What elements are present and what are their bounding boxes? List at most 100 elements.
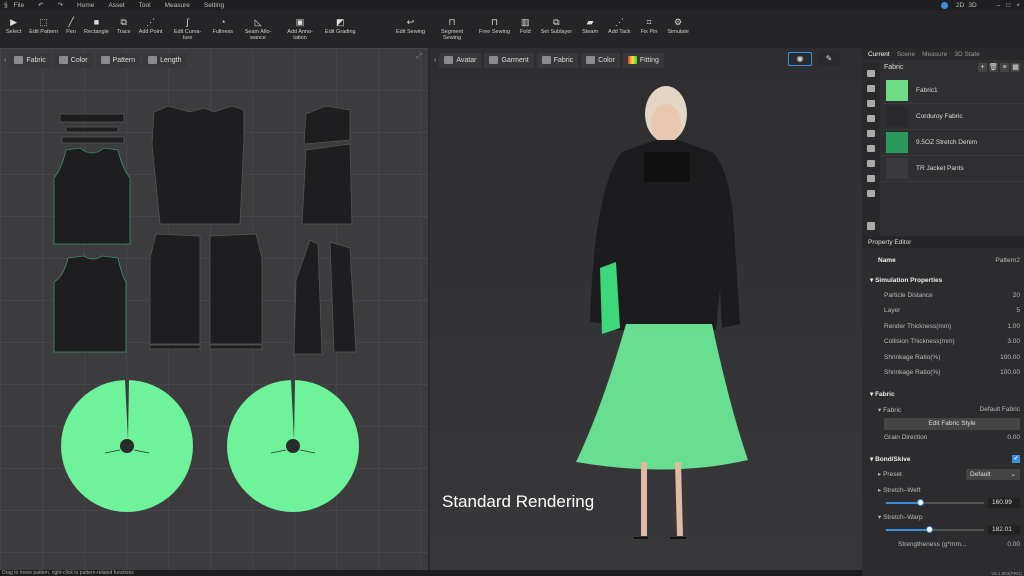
tool-fold[interactable]: ▥ Fold xyxy=(520,10,531,41)
value[interactable]: 5 xyxy=(1016,307,1020,314)
strength-value[interactable]: 0.00 xyxy=(1007,541,1020,548)
fabric-list-item[interactable]: Fabric1 xyxy=(882,78,1024,104)
tool-edit-pattern[interactable]: ⬚ Edit Pattern xyxy=(29,10,58,41)
bond-checkbox[interactable]: ✓ xyxy=(1012,454,1020,463)
stretch-warp-slider[interactable] xyxy=(886,525,984,535)
object-browser-tabs: Current Scene Measure 3D State xyxy=(862,48,1024,60)
bond-skive-header[interactable]: ▾ Bond/Skive ✓ xyxy=(862,451,1024,467)
chevron-down-icon: ⌄ xyxy=(1010,470,1016,478)
property-editor-title: Property Editor xyxy=(862,236,1024,248)
pattern-2d-window[interactable]: ‹ Fabric Color Pattern Length ⤢ xyxy=(0,48,428,570)
stretch-weft-input[interactable]: 160.99 xyxy=(988,497,1020,508)
menu-file[interactable]: File xyxy=(14,2,24,9)
view-2d-button[interactable]: 2D xyxy=(956,2,964,9)
fabric-list-item[interactable]: Corduroy Fabric xyxy=(882,104,1024,130)
stretch-warp-input[interactable]: 182.01 xyxy=(988,525,1020,535)
button-icon[interactable] xyxy=(867,85,875,92)
pattern-piece xyxy=(209,344,263,350)
tool-set-sublayer[interactable]: ⧉ Set Sublayer xyxy=(541,10,573,41)
tool-trace[interactable]: ⧉ Trace xyxy=(117,10,131,41)
value[interactable]: 20 xyxy=(1013,292,1020,299)
fabric-value[interactable]: Default Fabric xyxy=(980,406,1020,413)
zipper-icon[interactable] xyxy=(867,115,875,122)
menu-asset[interactable]: Asset xyxy=(108,2,124,9)
undo-icon[interactable]: ↶ xyxy=(38,1,43,9)
minimize-icon[interactable]: – xyxy=(997,2,1001,9)
preset-row: ▸ Preset Default ⌄ xyxy=(862,467,1024,483)
tab-current[interactable]: Current xyxy=(868,51,890,58)
menu-measure[interactable]: Measure xyxy=(165,2,190,9)
tape-icon[interactable] xyxy=(867,190,875,197)
stretch-weft-slider[interactable] xyxy=(886,498,984,508)
grid-icon[interactable]: ▦ xyxy=(1011,63,1020,72)
tab-measure[interactable]: Measure xyxy=(922,51,947,58)
avatar-icon[interactable] xyxy=(867,160,875,167)
tab-scene[interactable]: Scene xyxy=(897,51,915,58)
edit-fabric-style-button[interactable]: Edit Fabric Style xyxy=(884,417,1020,430)
buttonhole-icon[interactable] xyxy=(867,100,875,107)
user-avatar[interactable] xyxy=(941,1,949,9)
menu-bar: § File ↶ ↷ Home Asset Tool Measure Setti… xyxy=(0,0,1024,10)
value[interactable]: 3.00 xyxy=(1007,338,1020,345)
skirt xyxy=(576,324,748,470)
menu-setting[interactable]: Setting xyxy=(204,2,224,9)
tool-seam-allo-wance[interactable]: ◺ Seam Allo-wance xyxy=(241,10,275,42)
package-icon[interactable] xyxy=(867,222,875,230)
add-icon[interactable]: + xyxy=(978,63,987,72)
tool-add-anno-tation[interactable]: ▣ Add Anno-tation xyxy=(283,10,317,42)
value[interactable]: 100.00 xyxy=(1000,369,1020,376)
label: Stretch–Weft xyxy=(883,486,921,494)
view-3d-button[interactable]: 3D xyxy=(968,2,976,9)
fix-pin-icon: ⌗ xyxy=(646,17,652,27)
rectangle-icon: ■ xyxy=(93,17,100,27)
sim-property-row: Render Thickness(mm) 1.00 xyxy=(862,319,1024,335)
tool-pen[interactable]: ╱ Pen xyxy=(66,10,76,41)
strengtheness-row: Strengtheness (g*mm... 0.00 xyxy=(862,537,1024,553)
tool-select[interactable]: ▶ Select xyxy=(6,10,21,41)
sim-property-row: Collision Thickness(mm) 3.00 xyxy=(862,334,1024,350)
tool-rectangle[interactable]: ■ Rectangle xyxy=(84,10,109,41)
delete-icon[interactable]: 🗑 xyxy=(989,63,998,72)
list-icon[interactable]: ≡ xyxy=(1000,63,1009,72)
label: Bond/Skive xyxy=(875,455,911,463)
expand-icon[interactable]: ⤢ xyxy=(416,53,422,61)
value[interactable]: 1.00 xyxy=(1007,323,1020,330)
tool-fix-pin[interactable]: ⌗ Fix Pin xyxy=(641,10,658,41)
fullness-icon: ◔ xyxy=(220,17,226,27)
topstitch-icon[interactable] xyxy=(867,145,875,152)
tool-add-tack[interactable]: ⋰ Add Tack xyxy=(608,10,631,41)
value[interactable]: 100.00 xyxy=(1000,354,1020,361)
menu-home[interactable]: Home xyxy=(77,2,94,9)
fabric-icon[interactable] xyxy=(867,70,875,77)
preset-dropdown[interactable]: Default ⌄ xyxy=(966,468,1020,480)
tool-add-point[interactable]: ⋰ Add Point xyxy=(139,10,163,41)
menu-tool[interactable]: Tool xyxy=(139,2,151,9)
name-value[interactable]: Pattern2 xyxy=(995,257,1020,264)
avatar-3d-window[interactable]: ‹ Avatar Garment Fabric Color Fitting ◉ … xyxy=(430,48,862,570)
edit-sewing-icon: ↩ xyxy=(406,17,415,27)
trim-icon[interactable] xyxy=(867,130,875,137)
simulation-properties-header[interactable]: ▾ Simulation Properties xyxy=(862,272,1024,288)
tool-segment-sewing[interactable]: ⊓ Segment Sewing xyxy=(435,10,469,42)
name-row: Name Pattern2 xyxy=(862,248,1024,272)
tool-edit-curva-ture[interactable]: ∫ Edit Curva-ture xyxy=(171,10,205,42)
tool-free-sewing[interactable]: ⊓ Free Sewing xyxy=(479,10,510,41)
tool-fullness[interactable]: ◔ Fullness xyxy=(213,10,233,41)
tool-edit-grading[interactable]: ◩ Edit Grading xyxy=(325,10,356,41)
tool-steam[interactable]: ▰ Steam xyxy=(582,10,598,41)
tool-label: Edit Sewing xyxy=(396,29,426,35)
fabric-list-item[interactable]: 9.5OZ Stretch Denim xyxy=(882,130,1024,156)
tool-simulate[interactable]: ⚙ Simulate xyxy=(667,10,688,41)
pattern-piece xyxy=(209,233,263,345)
grain-value[interactable]: 0.00 xyxy=(1007,434,1020,441)
tab-3d-state[interactable]: 3D State xyxy=(954,51,979,58)
close-icon[interactable]: × xyxy=(1016,2,1020,9)
tool-edit-sewing[interactable]: ↩ Edit Sewing xyxy=(396,10,425,41)
redo-icon[interactable]: ↷ xyxy=(58,1,63,9)
pattern-pieces[interactable] xyxy=(0,48,428,570)
piping-icon[interactable] xyxy=(867,175,875,182)
fabric-section-header[interactable]: ▾ Fabric xyxy=(862,387,1024,403)
free-sewing-icon: ⊓ xyxy=(490,17,498,27)
fabric-list-item[interactable]: TR Jacket Pants xyxy=(882,156,1024,182)
maximize-icon[interactable]: □ xyxy=(1006,2,1010,9)
